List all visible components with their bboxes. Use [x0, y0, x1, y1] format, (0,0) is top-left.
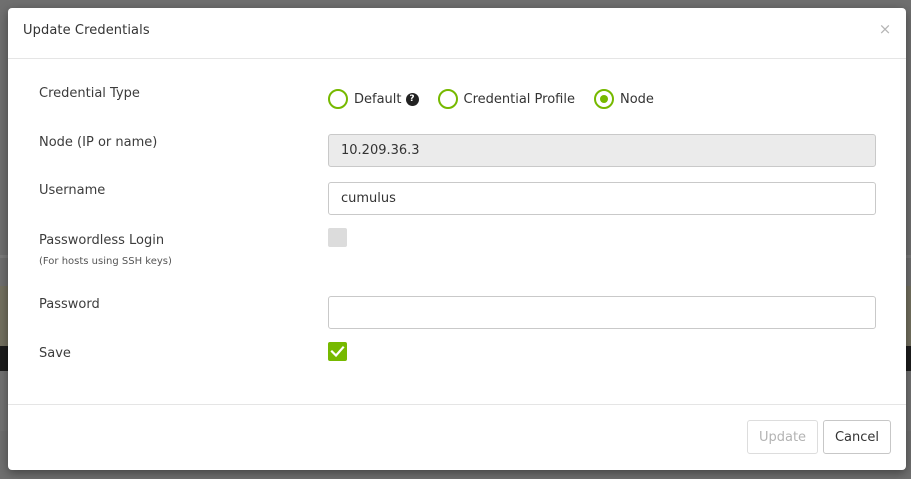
- credential-type-label: Credential Type: [39, 86, 140, 101]
- passwordless-label: Passwordless Login: [39, 233, 165, 248]
- password-label: Password: [39, 297, 100, 312]
- username-input[interactable]: cumulus: [328, 182, 876, 215]
- node-input: 10.209.36.3: [328, 134, 876, 167]
- save-label: Save: [39, 346, 71, 361]
- close-icon[interactable]: ×: [878, 22, 892, 37]
- radio-node[interactable]: Node: [593, 89, 654, 109]
- username-label: Username: [39, 183, 106, 198]
- node-label: Node (IP or name): [39, 135, 158, 150]
- radio-default-circle[interactable]: [328, 89, 348, 109]
- radio-node-label: Node: [619, 91, 654, 107]
- radio-default[interactable]: Default ?: [328, 89, 419, 109]
- radio-default-label: Default: [354, 91, 402, 107]
- password-input[interactable]: [328, 296, 876, 329]
- save-checkbox[interactable]: [328, 342, 347, 361]
- passwordless-checkbox[interactable]: [328, 228, 347, 247]
- update-button[interactable]: Update: [747, 420, 818, 454]
- credential-type-radio-group: Default ? Credential Profile Node: [328, 88, 673, 110]
- cancel-button[interactable]: Cancel: [823, 420, 891, 454]
- passwordless-sublabel: (For hosts using SSH keys): [39, 256, 172, 267]
- dialog-title: Update Credentials: [23, 23, 150, 38]
- radio-credential-profile[interactable]: Credential Profile: [437, 89, 575, 109]
- radio-node-circle[interactable]: [593, 89, 614, 109]
- checkmark-icon: [330, 345, 345, 358]
- radio-credential-profile-circle[interactable]: [437, 89, 458, 109]
- dialog-header: Update Credentials ×: [8, 8, 906, 59]
- question-circle-icon[interactable]: ?: [405, 92, 419, 106]
- dialog-footer: Update Cancel: [8, 404, 906, 470]
- update-credentials-dialog: Update Credentials × Credential Type Def…: [8, 8, 906, 470]
- radio-credential-profile-label: Credential Profile: [463, 91, 575, 107]
